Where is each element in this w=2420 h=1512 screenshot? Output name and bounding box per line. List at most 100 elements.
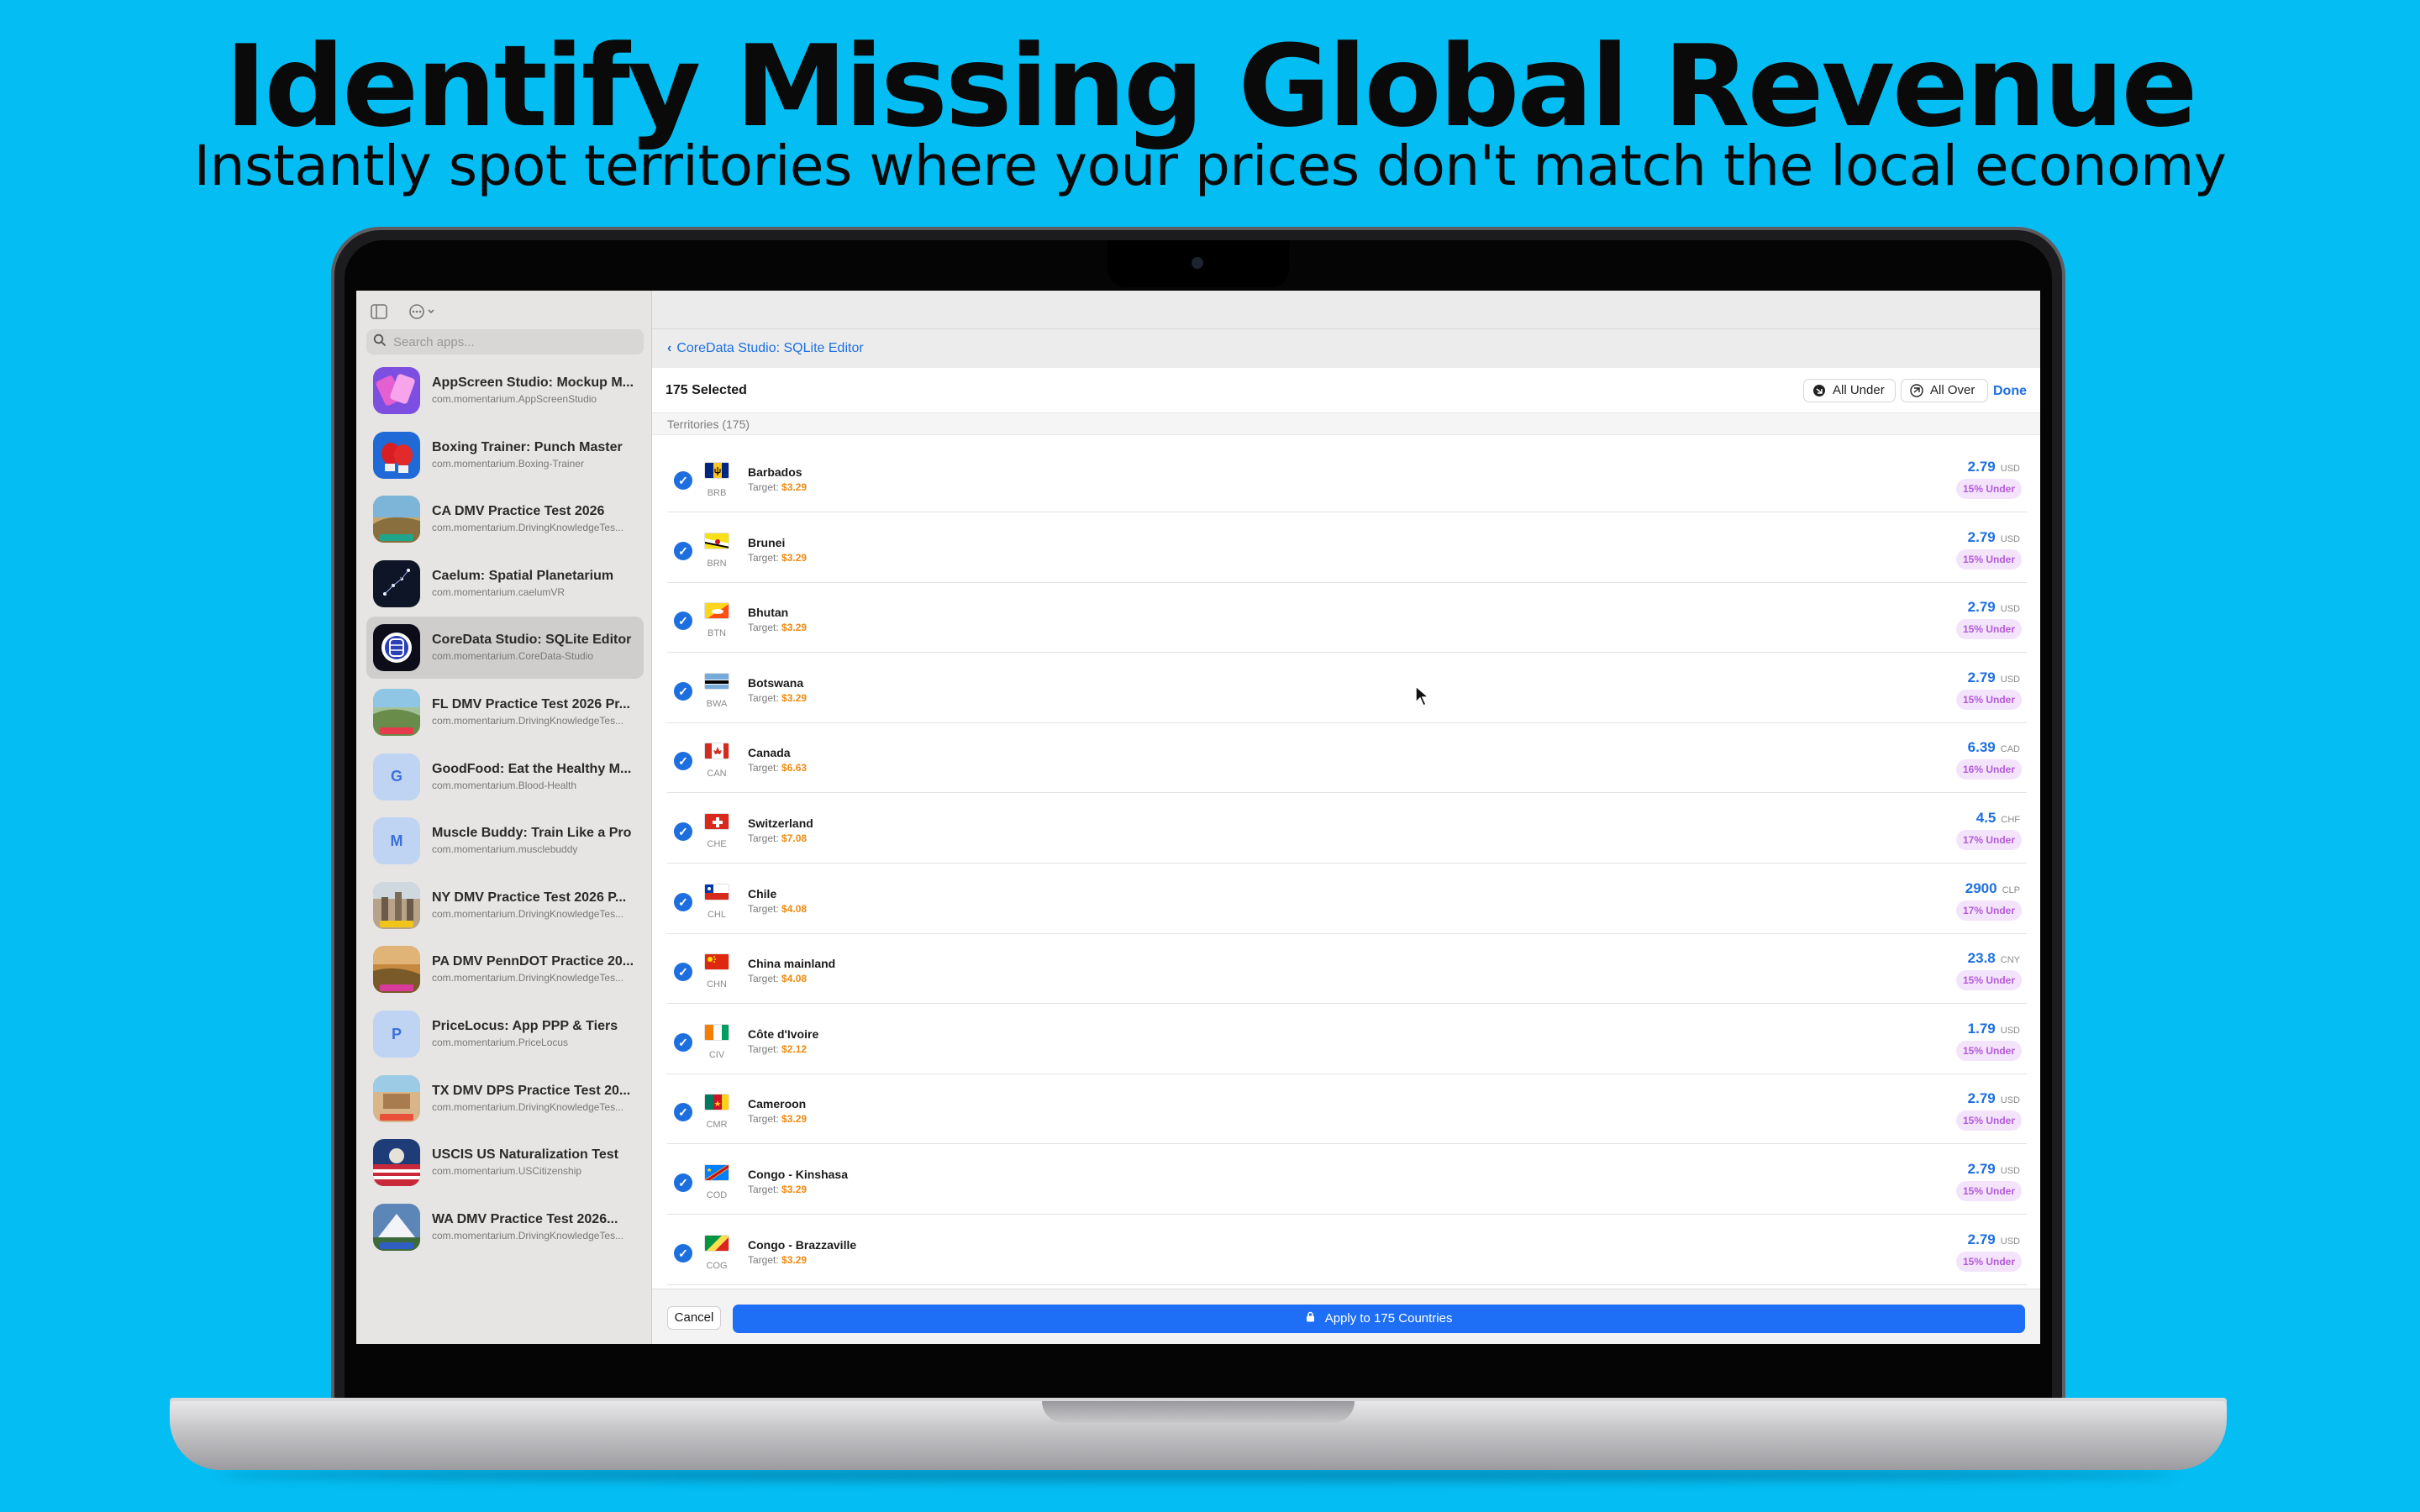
app-name: Caelum: Spatial Planetarium [432,568,614,583]
search-input[interactable]: Search apps... [366,329,644,354]
bhutan-flag [704,602,729,620]
territory-row[interactable]: ✓ BRB Barbados Target: $3.29 2.79 USD 15% Unde… [667,442,2027,512]
barbados-flag [704,462,729,479]
country-code: BTN [708,628,726,639]
app-list-item[interactable]: Caelum: Spatial Planetarium com.momentari… [366,553,644,615]
cancel-button[interactable]: Cancel [667,1306,721,1330]
price-value: 4.5 [1975,810,1996,826]
under-badge: 15% Under [1955,689,2022,710]
app-list-item[interactable]: PA DMV PennDOT Practice 20... com.momenta… [366,938,644,1000]
app-list-item[interactable]: TX DMV DPS Practice Test 20... com.moment… [366,1068,644,1130]
territory-row[interactable]: ✓ BWA Botswana Target: $3.29 2.79 USD 15% Unde… [667,653,2027,723]
letter-m-icon: M [373,817,420,865]
country-code: CHL [707,909,726,920]
country-name: Congo - Brazzaville [748,1237,857,1252]
app-bundle-id: com.momentarium.DrivingKnowledgeTes... [432,907,624,920]
checkmark-circle-icon[interactable]: ✓ [674,892,692,911]
target-price: Target: $3.29 [748,622,807,633]
current-price[interactable]: 2.79 USD [1968,1090,2020,1107]
country-name: Canada [748,746,791,760]
territory-row[interactable]: ✓ COG Congo - Brazzaville Target: $3.29 2.79… [667,1215,2027,1285]
territory-row[interactable]: ✓ CHE Switzerland Target: $7.08 4.5 CHF 17% Un… [667,793,2027,864]
app-list-item[interactable]: USCIS US Naturalization Test com.momentar… [366,1131,644,1194]
target-amount: $2.12 [781,1042,808,1055]
checkmark-circle-icon[interactable]: ✓ [674,612,692,631]
current-price[interactable]: 2.79 USD [1968,1231,2020,1248]
checkmark-circle-icon[interactable]: ✓ [674,1103,692,1122]
app-name: GoodFood: Eat the Healthy M... [432,761,632,776]
territory-row[interactable]: ✓ BRN Brunei Target: $3.29 2.79 USD 15% Under [667,512,2027,583]
target-price: Target: $3.29 [748,692,807,704]
target-amount: $3.29 [781,1184,808,1195]
checkmark-circle-icon[interactable]: ✓ [674,471,692,490]
checkmark-circle-icon[interactable]: ✓ [674,822,692,841]
checkmark-circle-icon[interactable]: ✓ [674,681,692,701]
app-name: PriceLocus: App PPP & Tiers [432,1019,618,1033]
checkmark-circle-icon[interactable]: ✓ [674,1032,692,1052]
target-label: Target: [748,622,779,634]
checkmark-circle-icon[interactable]: ✓ [674,752,692,771]
current-price[interactable]: 2.79 USD [1968,529,2020,546]
target-amount: $6.63 [781,762,808,774]
app-list-item[interactable]: CoreData Studio: SQLite Editor com.moment… [366,617,644,680]
territory-row[interactable]: ✓ CHN China mainland Target: $4.08 23.8 CNY 15… [667,933,2027,1005]
all-over-button[interactable]: All Over [1901,379,1988,402]
target-amount: $7.08 [781,832,808,844]
current-price[interactable]: 2.79 USD [1968,1161,2020,1178]
app-window: Search apps... AppScreen Studio: Mockup … [356,291,2040,1344]
app-list-item[interactable]: AppScreen Studio: Mockup M... com.momenta… [366,360,644,422]
territory-row[interactable]: ✓ CAN Canada Target: $6.63 6.39 CAD 16% Under [667,722,2027,794]
under-badge: 15% Under [1955,479,2022,499]
app-list-item[interactable]: G GoodFood: Eat the Healthy M... com.momen… [366,746,644,808]
target-label: Target: [748,832,779,844]
checkmark-circle-icon[interactable]: ✓ [674,963,692,982]
app-list-item[interactable]: Boxing Trainer: Punch Master com.momentar… [366,424,644,486]
app-list-item[interactable]: CA DMV Practice Test 2026 com.momentarium… [366,488,644,550]
territory-row[interactable]: ✓ CHL Chile Target: $4.08 2900 CLP 17% Under [667,864,2027,934]
chile-flag [704,883,729,900]
country-code: BWA [706,698,728,709]
app-list-item[interactable]: WA DMV Practice Test 2026... com.momentar… [366,1196,644,1258]
app-bundle-id: com.momentarium.DrivingKnowledgeTes... [432,1100,624,1113]
target-amount: $3.29 [781,1253,808,1266]
price-value: 2.79 [1967,1090,1996,1107]
apply-button[interactable]: Apply to 175 Countries [733,1305,2025,1333]
app-bundle-id: com.momentarium.CoreData-Studio [432,650,594,663]
territory-row[interactable]: ✓ CMR Cameroon Target: $3.29 2.79 USD 15% Unde… [667,1074,2027,1145]
checkmark-circle-icon[interactable]: ✓ [674,1243,692,1263]
territory-row[interactable]: ✓ BTN Bhutan Target: $3.29 2.79 USD 15% Under [667,582,2027,654]
price-currency: USD [2000,1025,2020,1036]
territory-row[interactable]: ✓ CIV Côte d'Ivoire Target: $2.12 1.79 USD 15%… [667,1004,2027,1074]
current-price[interactable]: 23.8 CNY [1968,950,2020,967]
target-amount: $3.29 [781,481,808,493]
all-over-label: All Over [1930,383,1975,397]
target-price: Target: $2.12 [748,1043,807,1055]
chevron-left-icon: ‹ [667,341,672,355]
back-button[interactable]: ‹ CoreData Studio: SQLite Editor [667,341,864,356]
all-under-button[interactable]: All Under [1803,379,1896,402]
price-currency: CHF [2001,815,2020,825]
app-list-item[interactable]: FL DMV Practice Test 2026 Pr... com.momen… [366,681,644,743]
under-badge: 15% Under [1955,619,2022,640]
checkmark-circle-icon[interactable]: ✓ [674,541,692,560]
current-price[interactable]: 2.79 USD [1968,459,2020,475]
target-price: Target: $3.29 [748,1254,807,1266]
pa-dmv-icon [373,946,420,994]
price-currency: USD [2000,674,2020,685]
checkmark-circle-icon[interactable]: ✓ [674,1173,692,1192]
app-name: CoreData Studio: SQLite Editor [432,633,632,648]
current-price[interactable]: 4.5 CHF [1976,810,2020,827]
more-menu-icon[interactable] [407,302,440,324]
app-list-item[interactable]: M Muscle Buddy: Train Like a Pro com.momen… [366,810,644,872]
app-list-item[interactable]: NY DMV Practice Test 2026 P... com.moment… [366,874,644,937]
current-price[interactable]: 2.79 USD [1968,669,2020,686]
sidebar-toggle-icon[interactable] [368,302,390,324]
app-list-item[interactable]: P PriceLocus: App PPP & Tiers com.momentar… [366,1003,644,1065]
current-price[interactable]: 2.79 USD [1968,599,2020,616]
territory-row[interactable]: ✓ COD Congo - Kinshasa Target: $3.29 2.79 USD… [667,1144,2027,1215]
current-price[interactable]: 2900 CLP [1965,880,2020,897]
done-button[interactable]: Done [1993,384,2027,399]
under-badge: 16% Under [1955,759,2022,780]
current-price[interactable]: 6.39 CAD [1968,739,2020,756]
current-price[interactable]: 1.79 USD [1968,1021,2020,1037]
